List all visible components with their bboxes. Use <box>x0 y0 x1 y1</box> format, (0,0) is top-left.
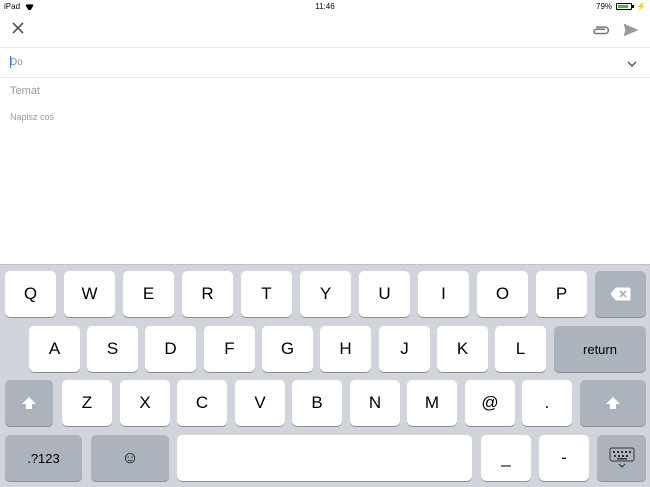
chevron-down-icon <box>627 61 637 68</box>
key-g[interactable]: G <box>262 326 313 372</box>
backspace-icon <box>609 287 630 301</box>
shift-icon <box>22 397 36 409</box>
key-w[interactable]: W <box>64 271 115 317</box>
key-b[interactable]: B <box>292 380 342 426</box>
backspace-key[interactable] <box>595 271 646 317</box>
key-r[interactable]: R <box>182 271 233 317</box>
key-v[interactable]: V <box>235 380 285 426</box>
status-bar: iPad 11:46 79% ⚡ <box>0 0 650 13</box>
attach-button[interactable] <box>592 21 610 39</box>
send-button[interactable] <box>622 21 640 39</box>
key-underscore[interactable]: _ <box>481 435 531 481</box>
status-right: 79% ⚡ <box>596 2 646 11</box>
status-time: 11:46 <box>315 2 335 11</box>
key-j[interactable]: J <box>379 326 430 372</box>
key-o[interactable]: O <box>477 271 528 317</box>
hide-keyboard-key[interactable] <box>597 435 646 481</box>
shift-key-left[interactable] <box>5 380 53 426</box>
subject-field[interactable]: Temat <box>10 85 40 97</box>
to-label: Do <box>10 57 23 68</box>
key-x[interactable]: X <box>120 380 170 426</box>
key-f[interactable]: F <box>204 326 255 372</box>
battery-level <box>618 5 628 8</box>
key-z[interactable]: Z <box>62 380 112 426</box>
key-at[interactable]: @ <box>465 380 515 426</box>
key-q[interactable]: Q <box>5 271 56 317</box>
charging-icon: ⚡ <box>636 2 646 11</box>
key-y[interactable]: Y <box>300 271 351 317</box>
shift-key-right[interactable] <box>580 380 646 426</box>
close-button[interactable] <box>10 21 26 37</box>
key-d[interactable]: D <box>145 326 196 372</box>
key-t[interactable]: T <box>241 271 292 317</box>
to-field[interactable]: Do <box>0 48 650 78</box>
battery-percent: 79% <box>596 2 613 11</box>
key-s[interactable]: S <box>87 326 138 372</box>
onscreen-keyboard: Q W E R T Y U I O P A S D F G H J K L re… <box>0 264 650 487</box>
key-period[interactable]: . <box>522 380 572 426</box>
key-n[interactable]: N <box>350 380 400 426</box>
text-caret <box>10 56 11 68</box>
key-p[interactable]: P <box>536 271 587 317</box>
key-c[interactable]: C <box>177 380 227 426</box>
key-a[interactable]: A <box>29 326 80 372</box>
key-u[interactable]: U <box>359 271 410 317</box>
battery-icon <box>616 3 635 10</box>
key-m[interactable]: M <box>407 380 457 426</box>
key-e[interactable]: E <box>123 271 174 317</box>
key-dash[interactable]: - <box>539 435 589 481</box>
paperclip-icon <box>593 26 610 35</box>
numbers-key[interactable]: .?123 <box>5 435 82 481</box>
key-l[interactable]: L <box>495 326 546 372</box>
key-h[interactable]: H <box>320 326 371 372</box>
emoji-key[interactable]: ☺ <box>91 435 169 481</box>
compose-toolbar <box>0 13 650 48</box>
key-i[interactable]: I <box>418 271 469 317</box>
key-k[interactable]: K <box>437 326 488 372</box>
close-icon <box>12 22 24 34</box>
expand-recipients-button[interactable] <box>626 57 638 69</box>
shift-icon <box>606 397 620 409</box>
keyboard-dismiss-icon <box>609 447 634 468</box>
emoji-icon: ☺ <box>121 448 139 467</box>
send-icon <box>623 23 639 37</box>
message-body-field[interactable]: Napisz coś <box>10 112 54 122</box>
space-key[interactable] <box>177 435 472 481</box>
return-key[interactable]: return <box>554 326 646 372</box>
